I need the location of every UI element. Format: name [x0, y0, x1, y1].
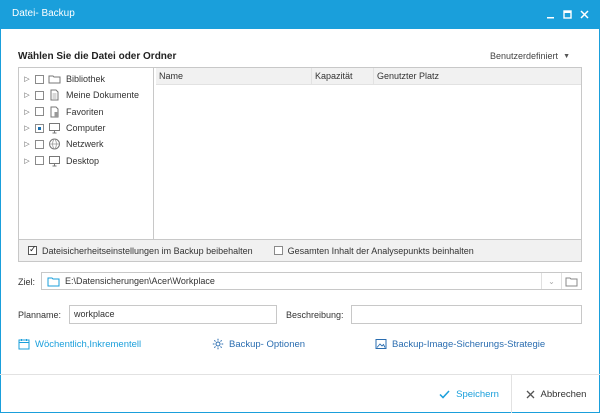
column-header-used-space[interactable]: Genutzter Platz	[374, 68, 581, 84]
tree-item-desktop[interactable]: ▷ Desktop	[19, 152, 153, 168]
backup-options-link-label: Backup- Optionen	[229, 338, 306, 350]
tree-item-meine-dokumente[interactable]: ▷ Meine Dokumente	[19, 87, 153, 103]
backup-options-link[interactable]: Backup- Optionen	[212, 338, 305, 350]
list-header: Name Kapazität Genutzter Platz	[156, 68, 581, 85]
tree-item-label: Netzwerk	[66, 139, 104, 150]
close-icon	[526, 390, 534, 399]
save-button[interactable]: Speichern	[428, 375, 510, 413]
caret-down-icon: ▼	[563, 52, 570, 60]
expand-icon[interactable]: ▷	[22, 75, 32, 83]
tree-checkbox[interactable]	[35, 107, 44, 117]
file-list[interactable]: Name Kapazität Genutzter Platz	[156, 68, 581, 239]
include-analysis-option[interactable]: Gesamten Inhalt der Analysepunkts beinha…	[273, 245, 474, 256]
minimize-icon	[546, 16, 554, 18]
destination-path: E:\Datensicherungen\Acer\Workplace	[65, 276, 215, 286]
computer-icon	[47, 122, 61, 134]
tree-item-bibliothek[interactable]: ▷ Bibliothek	[19, 71, 153, 87]
backup-strategy-link-label: Backup-Image-Sicherungs-Strategie	[392, 338, 546, 350]
tree-item-label: Favoriten	[66, 106, 104, 117]
keep-security-label: Dateisicherheitseinstellungen im Backup …	[42, 245, 253, 256]
calendar-icon	[18, 339, 30, 350]
schedule-link-label: Wöchentlich,Inkrementell	[35, 338, 142, 350]
tree-item-netzwerk[interactable]: ▷ Netzwerk	[19, 136, 153, 152]
folder-icon	[47, 275, 61, 287]
tree-checkbox[interactable]	[35, 90, 44, 100]
maximize-button[interactable]	[559, 6, 575, 22]
browse-folder-button[interactable]	[561, 273, 581, 289]
include-analysis-label: Gesamten Inhalt der Analysepunkts beinha…	[287, 245, 474, 256]
tree-item-computer[interactable]: ▷ Computer	[19, 120, 153, 136]
cancel-button[interactable]: Abbrechen	[511, 375, 600, 413]
expand-icon[interactable]: ▷	[22, 124, 32, 132]
backup-strategy-link[interactable]: Backup-Image-Sicherungs-Strategie	[375, 338, 545, 350]
minimize-button[interactable]	[542, 6, 558, 22]
destination-label: Ziel:	[18, 277, 36, 287]
tree-item-label: Desktop	[66, 155, 100, 166]
tree-item-label: Meine Dokumente	[66, 90, 140, 101]
plan-name-input[interactable]: workplace	[69, 305, 277, 324]
source-selection-panel: ▷ Bibliothek ▷ Meine Dokumente ▷ Favorit…	[18, 67, 582, 262]
favorites-icon	[47, 106, 61, 118]
keep-security-option[interactable]: Dateisicherheitseinstellungen im Backup …	[28, 244, 253, 256]
plan-name-label: Planname:	[18, 310, 62, 320]
destination-field[interactable]: E:\Datensicherungen\Acer\Workplace ⌄	[41, 272, 582, 290]
tree-checkbox[interactable]	[35, 74, 44, 84]
network-icon	[47, 138, 61, 150]
destination-dropdown-button[interactable]: ⌄	[541, 273, 561, 289]
keep-security-checkbox[interactable]	[28, 244, 37, 255]
tree-item-favoriten[interactable]: ▷ Favoriten	[19, 104, 153, 120]
filter-dropdown-label: Benutzerdefiniert	[490, 51, 559, 61]
folder-tree: ▷ Bibliothek ▷ Meine Dokumente ▷ Favorit…	[19, 68, 154, 239]
save-button-label: Speichern	[456, 389, 499, 400]
title-bar: Datei- Backup	[0, 0, 600, 29]
gear-icon	[212, 338, 224, 350]
open-folder-icon	[565, 277, 578, 286]
schedule-link[interactable]: Wöchentlich,Inkrementell	[18, 338, 141, 350]
column-header-capacity[interactable]: Kapazität	[312, 68, 374, 84]
checkmark-icon	[439, 390, 450, 399]
document-icon	[47, 89, 61, 101]
folder-icon	[47, 73, 61, 85]
window-title: Datei- Backup	[12, 8, 75, 19]
image-icon	[375, 339, 387, 349]
options-bar: Dateisicherheitseinstellungen im Backup …	[19, 239, 581, 261]
dialog-footer: Speichern Abbrechen	[0, 374, 600, 413]
cancel-button-label: Abbrechen	[540, 389, 587, 400]
chevron-down-icon: ⌄	[548, 276, 555, 286]
include-analysis-checkbox[interactable]	[273, 246, 283, 255]
tree-checkbox[interactable]	[35, 123, 44, 133]
close-icon	[579, 9, 589, 19]
tree-checkbox[interactable]	[35, 139, 44, 149]
maximize-icon	[562, 9, 572, 19]
section-title: Wählen Sie die Datei oder Ordner	[18, 51, 177, 62]
expand-icon[interactable]: ▷	[22, 157, 32, 165]
desktop-icon	[47, 155, 61, 167]
description-label: Beschreibung:	[286, 310, 344, 320]
description-input[interactable]	[351, 305, 582, 324]
tree-item-label: Bibliothek	[66, 74, 106, 85]
tree-item-label: Computer	[66, 123, 106, 134]
close-button[interactable]	[576, 6, 592, 22]
expand-icon[interactable]: ▷	[22, 108, 32, 116]
expand-icon[interactable]: ▷	[22, 91, 32, 99]
tree-checkbox[interactable]	[35, 156, 44, 166]
expand-icon[interactable]: ▷	[22, 140, 32, 148]
filter-dropdown[interactable]: Benutzerdefiniert ▼	[490, 51, 570, 61]
column-header-name[interactable]: Name	[156, 68, 312, 84]
